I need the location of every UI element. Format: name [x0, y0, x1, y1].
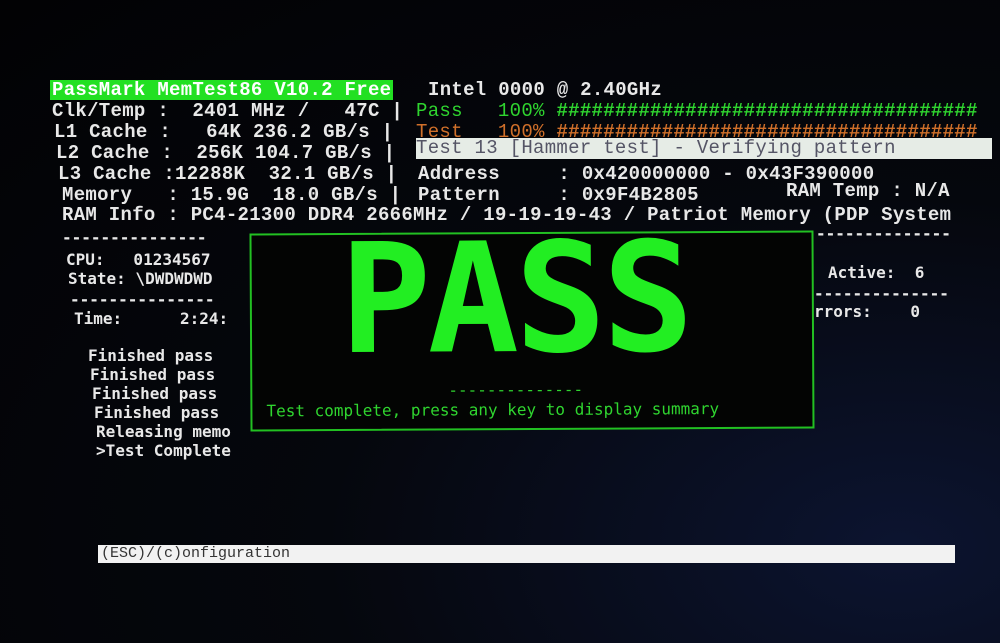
system-value: 64K 236.2 GB/s — [171, 121, 370, 143]
system-label: L2 Cache — [56, 142, 150, 164]
system-row: L1 Cache : 64K 236.2 GB/s | — [54, 121, 394, 143]
footer-hint-bar[interactable]: (ESC)/(c)onfiguration — [98, 545, 955, 563]
system-label: L1 Cache — [54, 121, 148, 143]
current-test-status: Test 13 [Hammer test] - Verifying patter… — [416, 138, 992, 159]
pass-result: PASS — [339, 209, 691, 389]
system-row: L3 Cache :12288K 32.1 GB/s | — [58, 163, 398, 185]
log-line: Releasing memo — [96, 422, 231, 441]
system-label: Clk/Temp — [52, 100, 146, 122]
pass-progress: Pass 100% ##############################… — [416, 101, 978, 121]
pass-bar: #################################### — [556, 100, 978, 122]
divider: --------------- — [62, 228, 207, 247]
pass-percent: 100% — [497, 100, 545, 122]
popup-divider: -------------- — [448, 379, 584, 400]
log-line: Finished pass — [90, 365, 216, 384]
system-row: Clk/Temp : 2401 MHz / 47C | — [52, 100, 404, 122]
system-row: Memory : 15.9G 18.0 GB/s | — [62, 184, 402, 206]
cpu-name: Intel 0000 @ 2.40GHz — [428, 79, 663, 101]
state-row: State: \DWDWDWD — [68, 269, 213, 288]
system-value: 15.9G 18.0 GB/s — [179, 184, 378, 206]
system-value: 256K 104.7 GB/s — [173, 142, 372, 164]
log-line: >Test Complete — [96, 441, 231, 460]
active-row: Active: 6 — [828, 263, 925, 282]
system-label: L3 Cache — [58, 163, 152, 185]
system-row: L2 Cache : 256K 104.7 GB/s | — [56, 142, 396, 164]
address-label: Address — [418, 163, 500, 185]
errors-row: rrors: 0 — [814, 302, 920, 321]
divider: --------------- — [70, 290, 215, 309]
system-value: 12288K 32.1 GB/s — [175, 163, 374, 185]
ram-temp: RAM Temp : N/A — [786, 180, 950, 202]
pattern-value: 0x9F4B2805 — [581, 184, 699, 206]
divider: -------------- — [816, 224, 951, 243]
app-title: PassMark MemTest86 V10.2 Free — [50, 79, 394, 101]
result-popup[interactable]: PASS -------------- Test complete, press… — [249, 209, 815, 432]
cpu-row: CPU: 01234567 — [66, 250, 211, 269]
log-line: Finished pass — [94, 403, 220, 422]
pass-label: Pass — [416, 100, 463, 122]
divider: -------------- — [814, 284, 949, 303]
system-label: Memory — [62, 184, 156, 206]
log-line: Finished pass — [88, 346, 214, 365]
pattern-label: Pattern — [418, 184, 500, 206]
system-value: 2401 MHz / 47C — [169, 100, 380, 122]
log-line: Finished pass — [92, 384, 218, 403]
pattern-row: Pattern : 0x9F4B2805 — [418, 184, 699, 206]
popup-message: Test complete, press any key to display … — [266, 399, 720, 421]
time-row: Time: 2:24: — [74, 309, 229, 328]
